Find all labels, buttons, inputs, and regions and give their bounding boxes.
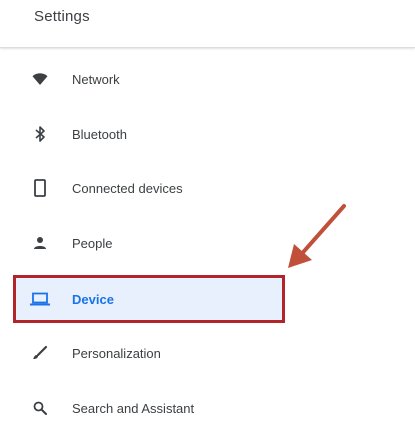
menu-item-bluetooth[interactable]: Bluetooth	[14, 113, 284, 155]
menu-item-label: Bluetooth	[72, 126, 127, 142]
settings-header: Settings	[0, 0, 415, 48]
phone-icon	[30, 178, 50, 198]
menu-item-label: Network	[72, 71, 120, 87]
menu-item-network[interactable]: Network	[14, 58, 284, 100]
menu-item-search-and-assistant[interactable]: Search and Assistant	[14, 387, 284, 429]
bluetooth-icon	[30, 124, 50, 144]
menu-item-personalization[interactable]: Personalization	[14, 332, 284, 374]
menu-item-label: People	[72, 235, 113, 251]
annotation-arrow-icon	[288, 204, 346, 268]
menu-item-label: Search and Assistant	[72, 400, 195, 416]
brush-icon	[30, 343, 50, 363]
person-icon	[30, 233, 50, 253]
menu-item-label: Personalization	[72, 345, 161, 361]
wifi-icon	[30, 69, 50, 89]
menu-item-label: Connected devices	[72, 180, 183, 196]
menu-item-people[interactable]: People	[14, 222, 284, 264]
search-icon	[30, 398, 50, 418]
menu-item-connected-devices[interactable]: Connected devices	[14, 167, 284, 209]
annotation-highlight-box	[13, 275, 285, 323]
page-title: Settings	[34, 8, 90, 25]
